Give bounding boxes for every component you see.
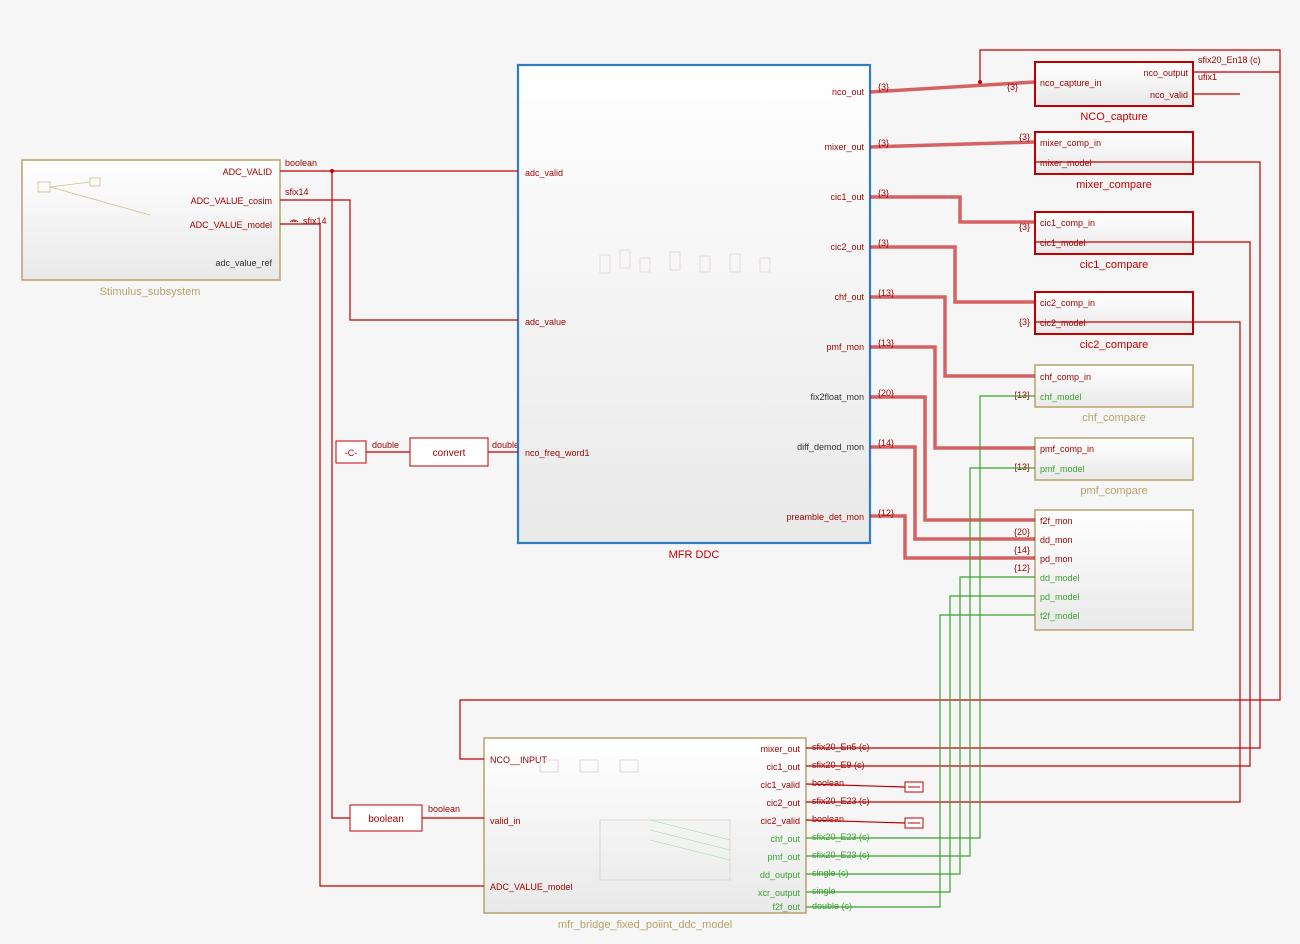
- svg-text:cic2_model: cic2_model: [1040, 318, 1086, 328]
- bt8: single (c): [812, 868, 849, 878]
- svg-text:f2f_out: f2f_out: [772, 902, 800, 912]
- boolean-out-type: boolean: [428, 804, 460, 814]
- svg-text:pmf_model: pmf_model: [1040, 464, 1085, 474]
- w-c2: {3}: [1019, 317, 1030, 327]
- mfr-ddc-title: MFR DDC: [669, 549, 720, 561]
- bridge-title: mfr_bridge_fixed_poiint_ddc_model: [558, 919, 732, 931]
- svg-text:pmf_comp_in: pmf_comp_in: [1040, 444, 1094, 454]
- nco-type2: ufix1: [1198, 72, 1217, 82]
- port-out-f2f: fix2float_mon: [810, 392, 864, 402]
- svg-text:boolean: boolean: [368, 814, 404, 825]
- port-in-nco-freq: nco_freq_word1: [525, 448, 590, 458]
- port-out-nco: nco_out: [832, 87, 865, 97]
- svg-text:pd_model: pd_model: [1040, 592, 1080, 602]
- svg-text:cic2_compare: cic2_compare: [1080, 339, 1148, 351]
- svg-text:cic2_comp_in: cic2_comp_in: [1040, 298, 1095, 308]
- port-valid-in: valid_in: [490, 816, 521, 826]
- svg-text:cic1_out: cic1_out: [766, 762, 800, 772]
- port-adc-value-cosim: ADC_VALUE_cosim: [191, 196, 272, 206]
- terminator-1[interactable]: [905, 782, 923, 792]
- svg-text:convert: convert: [433, 448, 466, 459]
- simulink-diagram: ADC_VALID ADC_VALUE_cosim ADC_VALUE_mode…: [0, 0, 1300, 944]
- svg-text:mixer_model: mixer_model: [1040, 158, 1092, 168]
- w-ddm: {14}: [1014, 545, 1030, 555]
- svg-text:nco_valid: nco_valid: [1150, 90, 1188, 100]
- port-adc-value-ref: adc_value_ref: [215, 258, 272, 268]
- port-out-pd: preamble_det_mon: [786, 512, 864, 522]
- w-pmf2: {13}: [1014, 462, 1030, 472]
- svg-text:-C-: -C-: [345, 448, 358, 458]
- port-nco-input: NCO__INPUT: [490, 755, 548, 765]
- svg-text:pmf_compare: pmf_compare: [1080, 485, 1147, 497]
- svg-text:cic1_valid: cic1_valid: [760, 780, 800, 790]
- type-sfix14a: sfix14: [285, 187, 309, 197]
- port-adc-value-model-in: ADC_VALUE_model: [490, 882, 572, 892]
- monitor-block[interactable]: f2f_mon dd_mon pd_mon dd_model pd_model …: [1035, 510, 1193, 630]
- svg-text:mixer_comp_in: mixer_comp_in: [1040, 138, 1101, 148]
- mfr-ddc-block[interactable]: adc_valid adc_value nco_freq_word1 nco_o…: [518, 65, 870, 561]
- terminator-2[interactable]: [905, 818, 923, 828]
- svg-text:mixer_out: mixer_out: [760, 744, 800, 754]
- bt7: sfix20_E23 (c): [812, 850, 870, 860]
- port-out-cic1: cic1_out: [830, 192, 864, 202]
- w-chf2: {13}: [1014, 390, 1030, 400]
- port-in-adc-value: adc_value: [525, 317, 566, 327]
- convert-out-type: double: [492, 440, 519, 450]
- bt1: sfix20_En5 (c): [812, 742, 870, 752]
- svg-text:cic2_valid: cic2_valid: [760, 816, 800, 826]
- w-f2fm: {20}: [1014, 527, 1030, 537]
- svg-text:pmf_out: pmf_out: [767, 852, 800, 862]
- svg-text:f2f_mon: f2f_mon: [1040, 516, 1073, 526]
- svg-text:chf_compare: chf_compare: [1082, 412, 1146, 424]
- stimulus-title: Stimulus_subsystem: [100, 286, 201, 298]
- w-pdm: {12}: [1014, 563, 1030, 573]
- type-boolean: boolean: [285, 158, 317, 168]
- bt6: sfix20_E23 (c): [812, 832, 870, 842]
- bt5: boolean: [812, 814, 844, 824]
- svg-text:chf_out: chf_out: [770, 834, 800, 844]
- svg-text:dd_output: dd_output: [760, 870, 801, 880]
- svg-text:mixer_compare: mixer_compare: [1076, 179, 1152, 191]
- port-out-dd: diff_demod_mon: [797, 442, 864, 452]
- port-out-mixer: mixer_out: [824, 142, 864, 152]
- svg-text:dd_model: dd_model: [1040, 573, 1080, 583]
- svg-text:f2f_model: f2f_model: [1040, 611, 1080, 621]
- nco-type1: sfix20_En18 (c): [1198, 55, 1261, 65]
- svg-text:cic2_out: cic2_out: [766, 798, 800, 808]
- bt3: boolean: [812, 778, 844, 788]
- const-type: double: [372, 440, 399, 450]
- svg-text:cic1_model: cic1_model: [1040, 238, 1086, 248]
- port-out-chf: chf_out: [834, 292, 864, 302]
- port-out-cic2: cic2_out: [830, 242, 864, 252]
- port-in-adc-valid: adc_valid: [525, 168, 563, 178]
- svg-text:chf_comp_in: chf_comp_in: [1040, 372, 1091, 382]
- svg-text:xcr_output: xcr_output: [758, 888, 801, 898]
- constant-block[interactable]: -C-: [336, 441, 366, 463]
- svg-text:cic1_comp_in: cic1_comp_in: [1040, 218, 1095, 228]
- stimulus-subsystem-block[interactable]: ADC_VALID ADC_VALUE_cosim ADC_VALUE_mode…: [22, 160, 280, 298]
- svg-text:dd_mon: dd_mon: [1040, 535, 1073, 545]
- bt9: single: [812, 886, 836, 896]
- boolean-block[interactable]: boolean: [350, 805, 422, 831]
- bt4: sfix20_E23 (c): [812, 796, 870, 806]
- port-adc-valid: ADC_VALID: [223, 167, 273, 177]
- svg-text:cic1_compare: cic1_compare: [1080, 259, 1148, 271]
- bridge-model-block[interactable]: NCO__INPUT valid_in ADC_VALUE_model mixe…: [484, 738, 806, 931]
- port-adc-value-model: ADC_VALUE_model: [190, 220, 272, 230]
- bt2: sfix20_E9 (c): [812, 760, 865, 770]
- convert-block[interactable]: convert: [410, 438, 488, 466]
- nco-capture-title: NCO_capture: [1080, 111, 1147, 123]
- svg-text:pd_mon: pd_mon: [1040, 554, 1073, 564]
- port-out-pmf: pmf_mon: [826, 342, 864, 352]
- svg-text:chf_model: chf_model: [1040, 392, 1082, 402]
- svg-text:nco_output: nco_output: [1143, 68, 1188, 78]
- svg-text:nco_capture_in: nco_capture_in: [1040, 78, 1102, 88]
- bt10: double (c): [812, 901, 852, 911]
